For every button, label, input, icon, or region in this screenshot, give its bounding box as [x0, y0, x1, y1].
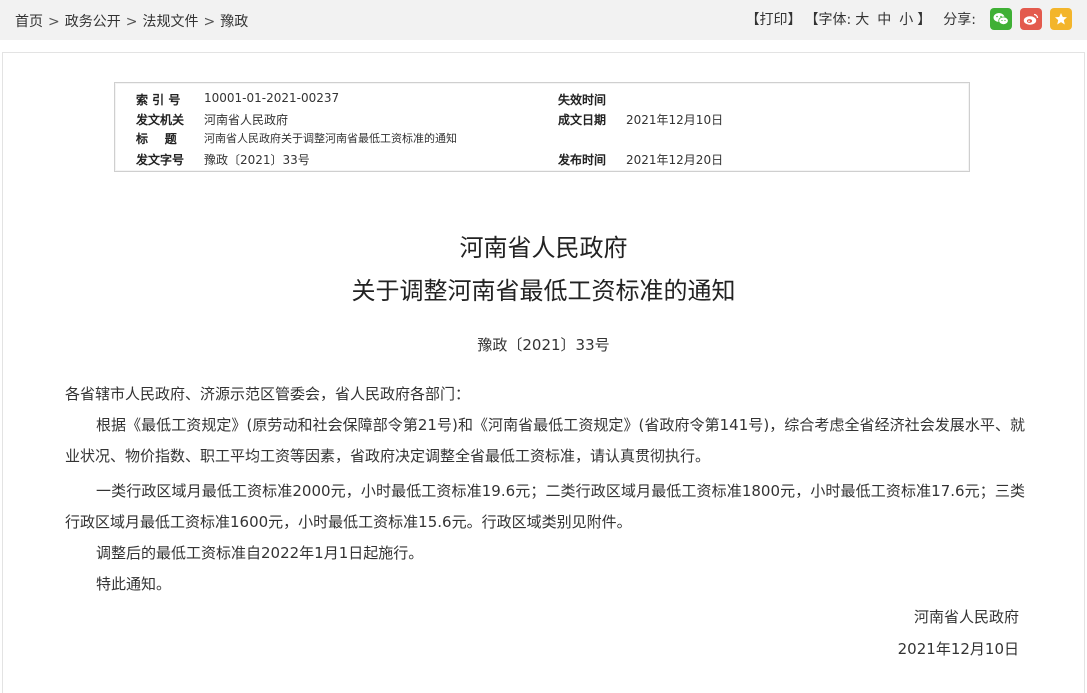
document-title-line1: 河南省人民政府	[459, 234, 628, 262]
paragraph-closing: 特此通知。	[96, 575, 172, 593]
breadcrumb-gov-affairs[interactable]: 政务公开	[65, 14, 121, 30]
font-size-small-button[interactable]: 小	[899, 9, 913, 29]
breadcrumb-home[interactable]: 首页	[15, 14, 43, 30]
print-button[interactable]: 【打印】	[746, 9, 802, 29]
subject-label: 标 题	[136, 132, 177, 146]
breadcrumb-separator: >	[125, 14, 138, 30]
salutation: 各省辖市人民政府、济源示范区管委会，省人民政府各部门：	[65, 385, 471, 403]
font-size-medium-button[interactable]: 中	[877, 9, 891, 29]
paragraph-basis: 根据《最低工资规定》(原劳动和社会保障部令第21号)和《河南省最低工资规定》(省…	[65, 416, 1025, 465]
breadcrumb-regulations[interactable]: 法规文件	[142, 14, 198, 30]
breadcrumb-separator: >	[48, 14, 60, 30]
document-number: 豫政〔2021〕33号	[477, 336, 610, 354]
paragraph-effective-date: 调整后的最低工资标准自2022年1月1日起施行。	[96, 544, 424, 562]
docno-value: 豫政〔2021〕33号	[204, 153, 310, 167]
toolbar: 【打印】 【字体: 大 中 小 】 分享:	[746, 8, 1072, 30]
breadcrumb-separator: >	[203, 14, 216, 30]
breadcrumb-yuzheng[interactable]: 豫政	[220, 14, 248, 30]
paragraph-standards: 一类行政区域月最低工资标准2000元，小时最低工资标准19.6元；二类行政区域月…	[65, 482, 1025, 531]
document-title-line2: 关于调整河南省最低工资标准的通知	[351, 277, 736, 305]
font-size-close-bracket: 】	[917, 12, 932, 28]
signature: 河南省人民政府	[913, 608, 1019, 626]
wechat-icon[interactable]	[990, 8, 1012, 30]
index-value: 10001-01-2021-00237	[204, 91, 340, 105]
favorite-star-icon[interactable]	[1050, 8, 1072, 30]
subject-value: 河南省人民政府关于调整河南省最低工资标准的通知	[204, 132, 457, 145]
index-label: 索 引 号	[136, 93, 181, 107]
document-metadata-table: 索 引 号 10001-01-2021-00237 失效时间 发文机关 河南省人…	[114, 82, 970, 172]
published-label: 发布时间	[558, 153, 607, 167]
weibo-icon[interactable]	[1020, 8, 1042, 30]
breadcrumb: 首页 > 政务公开 > 法规文件 > 豫政	[15, 11, 248, 31]
font-size-label: 【字体:	[804, 12, 852, 28]
written-date-value: 2021年12月10日	[626, 113, 724, 127]
published-value: 2021年12月20日	[626, 153, 724, 167]
signature-date: 2021年12月10日	[897, 640, 1019, 658]
expiry-label: 失效时间	[558, 93, 607, 107]
share-label: 分享:	[943, 12, 976, 28]
issuer-value: 河南省人民政府	[204, 113, 289, 127]
top-bar: 首页 > 政务公开 > 法规文件 > 豫政 【打印】 【字体: 大 中 小 】 分享:	[0, 0, 1087, 40]
docno-label: 发文字号	[136, 153, 185, 167]
written-date-label: 成文日期	[558, 113, 607, 127]
issuer-label: 发文机关	[136, 113, 185, 127]
font-size-large-button[interactable]: 大	[855, 9, 869, 29]
